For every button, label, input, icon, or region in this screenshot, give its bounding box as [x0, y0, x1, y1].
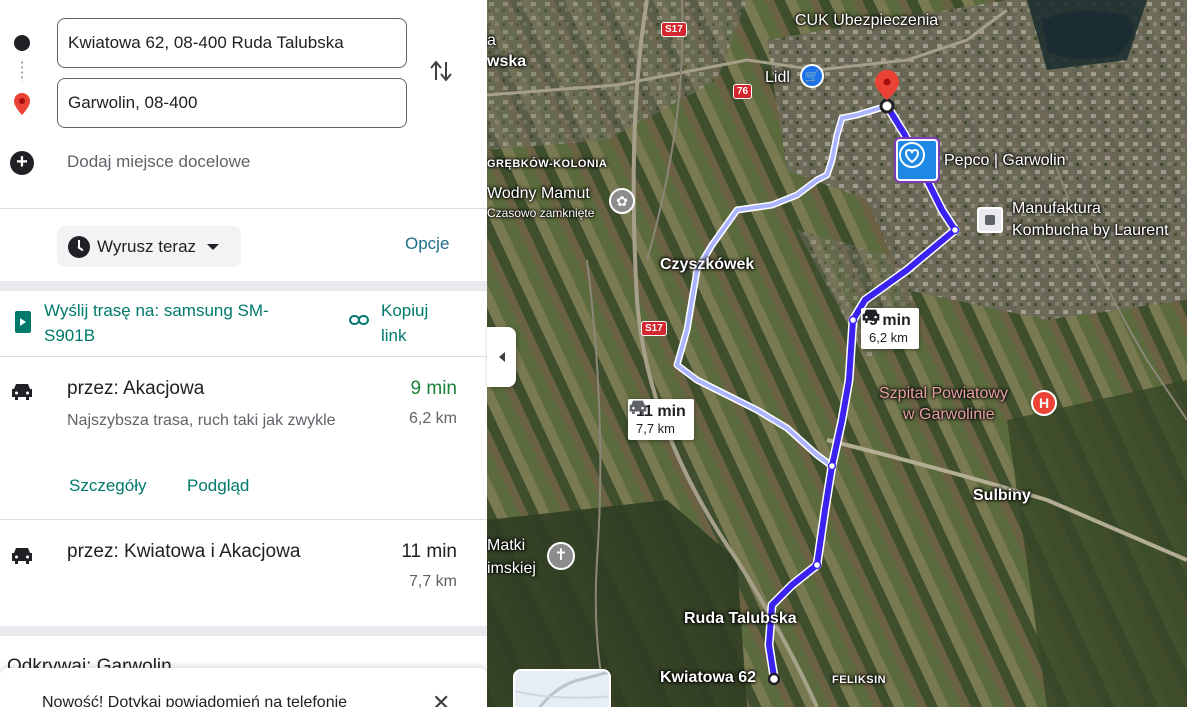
poi-gear-icon[interactable]: ✿	[609, 188, 635, 214]
bubble-distance: 6,2 km	[869, 330, 909, 345]
section-divider	[0, 281, 487, 291]
poi-label[interactable]: Pepco | Garwolin	[944, 152, 1066, 170]
caret-down-icon	[207, 243, 220, 250]
church-icon[interactable]: ✝	[547, 542, 575, 570]
area-label: Sulbiny	[973, 487, 1031, 504]
poi-label[interactable]: Matki	[487, 537, 525, 555]
road-badge: 76	[733, 84, 753, 99]
car-icon	[629, 400, 647, 414]
send-to-phone-button[interactable]: Wyślij trasę na: samsung SM-S901B	[44, 298, 304, 348]
poi-label[interactable]: Kombucha by Laurent	[1012, 222, 1169, 240]
map-layer-thumbnail-icon	[515, 671, 609, 707]
poi-label[interactable]: Wodny Mamut	[487, 185, 590, 203]
route-2-bubble[interactable]: 11 min 7,7 km	[628, 399, 694, 440]
satellite-map	[487, 0, 1187, 707]
toast-text: Nowość! Dotykaj powiadomień na telefonie	[42, 694, 348, 707]
store-icon[interactable]	[977, 207, 1003, 233]
poi-label[interactable]: w Garwolinie	[903, 406, 995, 424]
depart-time-dropdown[interactable]: Wyrusz teraz	[57, 226, 241, 267]
area-label: GRĘBKÓW-KOLONIA	[487, 158, 608, 170]
poi-label[interactable]: Lidl	[765, 69, 790, 87]
route-dots-icon	[21, 60, 23, 82]
origin-input[interactable]: Kwiatowa 62, 08-400 Ruda Talubska	[57, 18, 407, 68]
add-destination-icon[interactable]: +	[10, 151, 34, 175]
route-1-description: Najszybsza trasa, ruch taki jak zwykle	[67, 412, 336, 429]
poi-label[interactable]: CUK Ubezpieczenia	[795, 12, 938, 30]
link-icon[interactable]	[349, 313, 369, 327]
area-label: wska	[487, 53, 527, 70]
pepco-logo-icon[interactable]	[896, 139, 938, 181]
section-divider	[0, 626, 487, 636]
car-icon	[12, 384, 32, 400]
copy-link-button[interactable]: Kopiuj link	[381, 298, 451, 348]
send-to-phone-icon[interactable]	[15, 311, 31, 333]
road-badge: S17	[661, 22, 687, 37]
route-1-details-button[interactable]: Szczegóły	[69, 476, 146, 496]
collapse-panel-button[interactable]	[487, 327, 516, 387]
route-1-distance: 6,2 km	[408, 410, 457, 427]
swap-button[interactable]	[425, 55, 457, 87]
close-icon[interactable]: ✕	[432, 690, 450, 707]
road-badge: S17	[641, 321, 667, 336]
poi-status: Czasowo zamknięte	[487, 206, 595, 220]
origin-label: Kwiatowa 62	[660, 669, 757, 686]
route-1-preview-button[interactable]: Podgląd	[187, 476, 249, 496]
route-1-title[interactable]: przez: Akacjowa	[67, 378, 204, 400]
shopping-cart-icon[interactable]: 🛒	[800, 64, 824, 88]
area-label: a	[487, 32, 496, 49]
bubble-distance: 7,7 km	[636, 421, 676, 436]
swap-icon	[430, 60, 452, 82]
route-2-title[interactable]: przez: Kwiatowa i Akacjowa	[67, 541, 300, 563]
poi-label[interactable]: Szpital Powiatowy	[879, 385, 1008, 403]
directions-panel: Kwiatowa 62, 08-400 Ruda Talubska Garwol…	[0, 0, 487, 707]
route-1-bubble[interactable]: 9 min 6,2 km	[861, 308, 919, 349]
area-label: Czyszkówek	[660, 256, 755, 273]
add-destination-button[interactable]: Dodaj miejsce docelowe	[67, 152, 250, 172]
route-2-time: 11 min	[401, 541, 457, 562]
clock-icon	[68, 235, 90, 258]
divider	[0, 356, 487, 357]
poi-label[interactable]: Manufaktura	[1012, 200, 1101, 218]
area-label: FELIKSIN	[832, 674, 887, 686]
map-canvas[interactable]: S17 76 S17 CUK Ubezpieczenia Lidl 🛒 Pepc…	[487, 0, 1187, 707]
divider	[0, 519, 487, 520]
hospital-icon[interactable]: H	[1031, 390, 1057, 416]
route-2-distance: 7,7 km	[408, 573, 457, 590]
divider	[0, 208, 487, 209]
options-button[interactable]: Opcje	[405, 234, 449, 254]
poi-label[interactable]: imskiej	[487, 560, 536, 578]
depart-label: Wyrusz teraz	[97, 236, 197, 256]
area-label: Ruda Talubska	[684, 610, 797, 627]
route-1-time: 9 min	[410, 378, 457, 399]
destination-pin-icon	[14, 93, 30, 115]
car-icon	[12, 548, 32, 564]
destination-input[interactable]: Garwolin, 08-400	[57, 78, 407, 128]
origin-dot-icon	[14, 35, 30, 51]
notification-toast: Nowość! Dotykaj powiadomień na telefonie…	[0, 668, 487, 707]
maps-app: Kwiatowa 62, 08-400 Ruda Talubska Garwol…	[0, 0, 1187, 707]
car-icon	[862, 309, 880, 323]
layers-toggle-button[interactable]	[513, 669, 611, 707]
